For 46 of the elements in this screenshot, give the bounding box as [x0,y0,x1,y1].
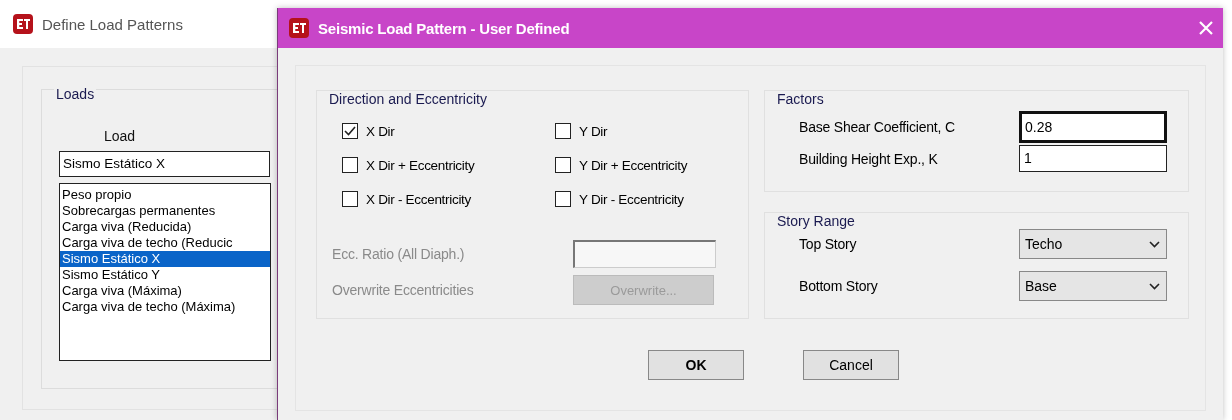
input-field[interactable]: 0.28 [1019,111,1167,143]
app-logo-icon [12,13,34,35]
checkbox[interactable] [555,191,571,207]
field-label: Overwrite Eccentricities [332,282,475,298]
load-name-field[interactable]: Sismo Estático X [59,151,270,177]
dropdown[interactable]: Techo [1019,229,1167,259]
checkbox[interactable] [342,157,358,173]
checkbox-label: X Dir - Eccentricity [366,191,471,207]
list-item[interactable]: Sismo Estático X [60,251,270,267]
list-item[interactable]: Carga viva de techo (Máxima) [60,299,270,315]
checkbox[interactable] [342,191,358,207]
chevron-down-icon [1149,240,1160,248]
list-item[interactable]: Carga viva (Reducida) [60,219,270,235]
field-label: Ecc. Ratio (All Diaph.) [332,246,466,262]
close-icon[interactable] [1199,21,1213,35]
list-item[interactable]: Carga viva (Máxima) [60,283,270,299]
cancel-button[interactable]: Cancel [803,350,899,380]
field-label: Building Height Exp., K [799,150,939,167]
ok-button[interactable]: OK [648,350,744,380]
list-item[interactable]: Carga viva de techo (Reducic [60,235,270,251]
group-title: Story Range [777,213,856,229]
checkbox-label: Y Dir - Eccentricity [579,191,684,207]
checkbox[interactable] [555,123,571,139]
checkbox-label: Y Dir + Eccentricity [579,157,688,173]
group-title: Loads [54,86,97,102]
app-logo-icon [288,17,310,39]
checkbox[interactable] [555,157,571,173]
group-title: Factors [777,91,825,107]
list-item[interactable]: Sobrecargas permanentes [60,203,270,219]
checkbox-label: X Dir [366,123,395,139]
list-item[interactable]: Peso propio [60,187,270,203]
field-label: Bottom Story [799,278,879,294]
dialog-title: Seismic Load Pattern - User Defined [318,19,571,37]
group-title: Direction and Eccentricity [329,91,488,107]
list-item[interactable]: Sismo Estático Y [60,267,270,283]
checkbox-label: X Dir + Eccentricity [366,157,475,173]
checkbox[interactable] [342,123,358,139]
input-field[interactable]: 1 [1019,145,1167,172]
field-label: Base Shear Coefficient, C [799,119,956,135]
chevron-down-icon [1149,282,1160,290]
field-label: Top Story [799,236,858,252]
checkbox-label: Y Dir [579,123,608,139]
window-title: Define Load Patterns [42,15,183,33]
dropdown[interactable]: Base [1019,271,1167,301]
input-field[interactable] [573,240,716,268]
column-header: Load [104,128,136,144]
